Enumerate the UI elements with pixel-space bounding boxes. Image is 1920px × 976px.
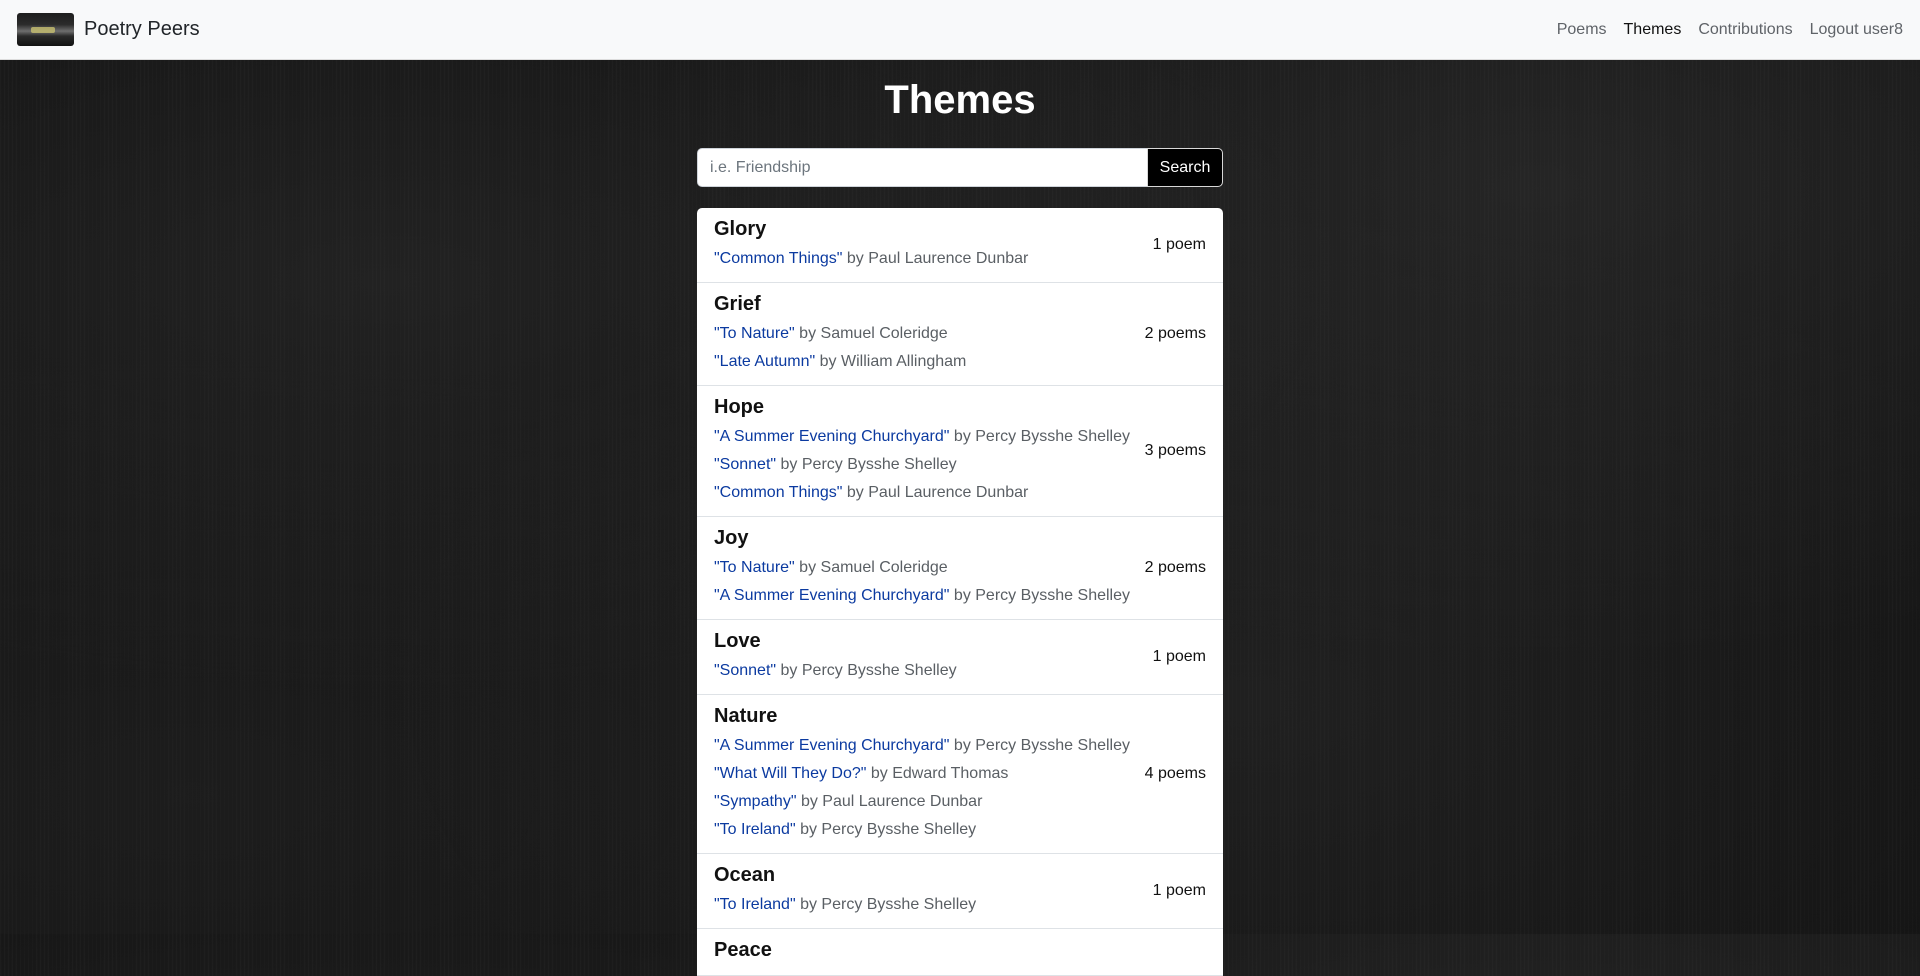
theme-item: Grief "To Nature" by Samuel Coleridge "Lat… [697, 283, 1223, 386]
poem-author: by Samuel Coleridge [794, 325, 948, 342]
poem-author: by Percy Bysshe Shelley [795, 896, 977, 913]
poem-author: by Percy Bysshe Shelley [776, 662, 957, 679]
top-navbar: Poetry Peers Poems Themes Contributions … [0, 0, 1920, 60]
poem-count: 1 poem [1152, 236, 1206, 253]
theme-list: Glory "Common Things" by Paul Laurence Du… [697, 208, 1223, 976]
poem-author: by Percy Bysshe Shelley [949, 428, 1130, 445]
brand-name: Poetry Peers [84, 18, 200, 40]
poem-entry: "What Will They Do?" by Edward Thomas [714, 760, 1130, 788]
nav-link-logout[interactable]: Logout user8 [1810, 21, 1903, 39]
poem-link[interactable]: "A Summer Evening Churchyard" [714, 737, 949, 754]
poem-link[interactable]: "A Summer Evening Churchyard" [714, 587, 949, 604]
poem-link[interactable]: "To Nature" [714, 559, 795, 576]
poem-link[interactable]: "Common Things" [714, 484, 842, 501]
poem-count: 2 poems [1144, 325, 1206, 342]
poem-entry: "Sonnet" by Percy Bysshe Shelley [714, 451, 1130, 479]
poem-link[interactable]: "Late Autumn" [714, 353, 815, 370]
poem-entry: "Common Things" by Paul Laurence Dunbar [714, 479, 1130, 507]
poem-link[interactable]: "To Nature" [714, 325, 795, 342]
poem-count: 3 poems [1144, 442, 1206, 459]
poem-author: by Paul Laurence Dunbar [842, 250, 1029, 267]
theme-body: Grief "To Nature" by Samuel Coleridge "Lat… [714, 292, 966, 376]
brand-logo [17, 13, 74, 46]
theme-name: Love [714, 630, 761, 652]
nav-links: Poems Themes Contributions Logout user8 [1557, 21, 1903, 39]
theme-name: Peace [714, 939, 772, 961]
page-title: Themes [884, 78, 1036, 122]
search-button[interactable]: Search [1147, 148, 1223, 187]
theme-item: Hope "A Summer Evening Churchyard" by Per… [697, 386, 1223, 517]
poem-author: by Percy Bysshe Shelley [795, 821, 977, 838]
theme-item: Nature "A Summer Evening Churchyard" by P… [697, 695, 1223, 854]
theme-name: Glory [714, 218, 767, 240]
poem-entry: "Sympathy" by Paul Laurence Dunbar [714, 788, 1130, 816]
poem-entry: "A Summer Evening Churchyard" by Percy B… [714, 423, 1130, 451]
poem-link[interactable]: "What Will They Do?" [714, 765, 866, 782]
poem-entry: "A Summer Evening Churchyard" by Percy B… [714, 582, 1130, 610]
theme-body: Hope "A Summer Evening Churchyard" by Per… [714, 395, 1130, 507]
poem-link[interactable]: "Sonnet" [714, 662, 776, 679]
poem-link[interactable]: "To Ireland" [714, 821, 796, 838]
poem-entry: "To Nature" by Samuel Coleridge [714, 554, 1130, 582]
poem-entry: "Sonnet" by Percy Bysshe Shelley [714, 657, 957, 685]
theme-item: Love "Sonnet" by Percy Bysshe Shelley 1 po… [697, 620, 1223, 695]
theme-name: Ocean [714, 864, 776, 886]
poem-count: 4 poems [1144, 765, 1206, 782]
poem-author: by William Allingham [815, 353, 967, 370]
theme-name: Joy [714, 527, 749, 549]
poem-link[interactable]: "A Summer Evening Churchyard" [714, 428, 949, 445]
poem-entry: "To Ireland" by Percy Bysshe Shelley [714, 891, 976, 919]
poem-author: by Percy Bysshe Shelley [949, 737, 1130, 754]
theme-name: Grief [714, 293, 761, 315]
theme-body: Nature "A Summer Evening Churchyard" by P… [714, 704, 1130, 844]
poem-author: by Percy Bysshe Shelley [949, 587, 1130, 604]
poem-entry: "To Ireland" by Percy Bysshe Shelley [714, 816, 1130, 844]
theme-body: Peace [714, 938, 772, 966]
poem-author: by Paul Laurence Dunbar [842, 484, 1029, 501]
poem-entry: "To Nature" by Samuel Coleridge [714, 320, 966, 348]
poem-entry: "Late Autumn" by William Allingham [714, 348, 966, 376]
theme-body: Love "Sonnet" by Percy Bysshe Shelley [714, 629, 957, 685]
theme-name: Hope [714, 396, 764, 418]
nav-link-contributions[interactable]: Contributions [1698, 21, 1792, 39]
poem-count: 2 poems [1144, 559, 1206, 576]
poem-link[interactable]: "Common Things" [714, 250, 842, 267]
poem-author: by Paul Laurence Dunbar [796, 793, 983, 810]
poem-link[interactable]: "Sympathy" [714, 793, 797, 810]
theme-item: Peace [697, 929, 1223, 976]
poem-author: by Percy Bysshe Shelley [776, 456, 957, 473]
main-content: Themes Search Glory "Common Things" by Pa… [0, 60, 1920, 976]
theme-body: Ocean "To Ireland" by Percy Bysshe Shelle… [714, 863, 976, 919]
poem-author: by Edward Thomas [866, 765, 1009, 782]
search-input[interactable] [697, 148, 1147, 187]
brand-link[interactable]: Poetry Peers [17, 13, 200, 46]
poem-count: 1 poem [1152, 882, 1206, 899]
theme-item: Ocean "To Ireland" by Percy Bysshe Shelle… [697, 854, 1223, 929]
poem-count: 1 poem [1152, 648, 1206, 665]
theme-body: Glory "Common Things" by Paul Laurence Du… [714, 217, 1028, 273]
poem-entry: "Common Things" by Paul Laurence Dunbar [714, 245, 1028, 273]
theme-item: Glory "Common Things" by Paul Laurence Du… [697, 208, 1223, 283]
nav-link-themes[interactable]: Themes [1624, 21, 1682, 39]
nav-link-poems[interactable]: Poems [1557, 21, 1607, 39]
poem-entry: "A Summer Evening Churchyard" by Percy B… [714, 732, 1130, 760]
theme-body: Joy "To Nature" by Samuel Coleridge "A Sum… [714, 526, 1130, 610]
theme-item: Joy "To Nature" by Samuel Coleridge "A Sum… [697, 517, 1223, 620]
poem-link[interactable]: "To Ireland" [714, 896, 796, 913]
theme-name: Nature [714, 705, 778, 727]
search-form: Search [697, 148, 1223, 187]
poem-author: by Samuel Coleridge [794, 559, 948, 576]
poem-link[interactable]: "Sonnet" [714, 456, 776, 473]
